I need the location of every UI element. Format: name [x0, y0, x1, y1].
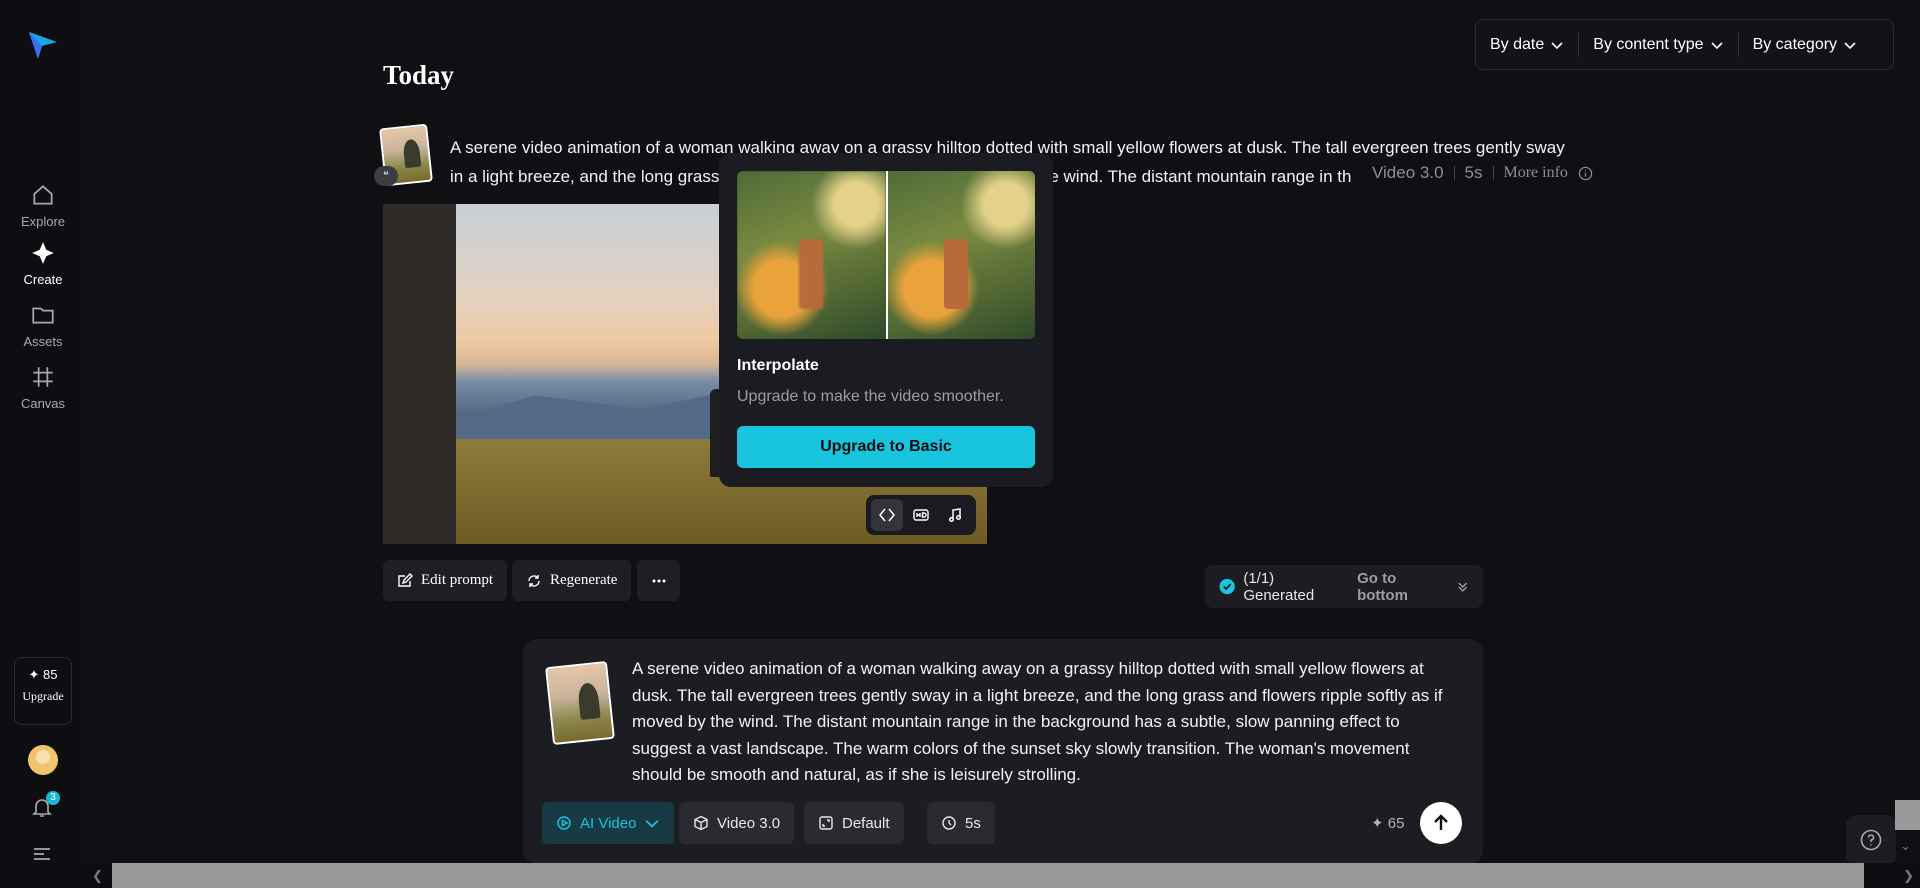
button-label: Edit prompt	[421, 572, 494, 588]
cube-icon	[694, 815, 708, 831]
button-label: Regenerate	[550, 572, 618, 588]
generation-status: (1/1) Generated Go to bottom	[1205, 565, 1483, 608]
chip-label: AI Video	[580, 814, 637, 832]
arrow-up-icon	[1434, 814, 1448, 830]
sidebar-item-label: Create	[23, 272, 63, 287]
filter-bar: By date By content type By category	[1475, 19, 1894, 70]
sparkle-icon	[32, 242, 54, 264]
mode-selector[interactable]: AI Video	[542, 802, 675, 844]
upgrade-link[interactable]: Upgrade	[15, 689, 71, 703]
clock-icon	[942, 816, 956, 830]
interpolate-button[interactable]	[871, 499, 903, 531]
help-icon	[1860, 829, 1882, 851]
vertical-scrollbar-thumb[interactable]	[1895, 800, 1920, 830]
folder-icon	[32, 307, 54, 324]
chevron-down-icon	[646, 820, 659, 828]
section-title: Today	[383, 60, 455, 90]
ratio-selector[interactable]: Default	[804, 802, 904, 844]
help-button[interactable]	[1846, 815, 1896, 865]
chip-label: 5s	[965, 814, 981, 832]
sidebar-item-label: Canvas	[20, 396, 66, 411]
hd-icon	[913, 509, 929, 521]
sidebar-item-create[interactable]: Create	[0, 240, 86, 287]
double-chevron-down-icon[interactable]	[1456, 580, 1469, 594]
filter-by-date[interactable]: By date	[1476, 33, 1578, 57]
edit-icon	[398, 572, 413, 587]
chevron-down-icon	[1710, 41, 1723, 49]
duration-label: 5s	[1464, 163, 1483, 182]
composer-reference-thumbnail[interactable]	[545, 660, 615, 746]
interpolate-icon	[879, 508, 895, 522]
prompt-line-end: e wind. The distant mountain range in th	[1049, 167, 1352, 186]
interpolate-popover: Interpolate Upgrade to make the video sm…	[719, 153, 1053, 487]
avatar[interactable]	[28, 745, 58, 775]
prompt-meta: Video 3.0 5s More info	[1372, 163, 1593, 183]
sidebar-item-assets[interactable]: Assets	[0, 302, 86, 349]
info-icon[interactable]	[1578, 166, 1593, 181]
prompt-line-start: in a light breeze, and the long grass	[450, 167, 720, 186]
popover-title: Interpolate	[737, 357, 819, 374]
music-note-icon	[948, 508, 962, 523]
check-circle-icon	[1219, 578, 1235, 595]
filter-label: By category	[1752, 35, 1838, 53]
chip-label: Video 3.0	[717, 814, 781, 832]
interpolate-preview-image	[737, 171, 1035, 339]
hd-upscale-button[interactable]	[905, 499, 937, 531]
model-selector[interactable]: Video 3.0	[679, 802, 795, 844]
more-options-button[interactable]	[637, 560, 680, 601]
chevron-down-icon	[1844, 41, 1856, 49]
filter-label: By content type	[1593, 35, 1704, 53]
filter-label: By date	[1490, 35, 1545, 53]
sidebar-item-label: Assets	[23, 334, 63, 349]
scrollbar-thumb[interactable]	[112, 863, 1864, 888]
model-label: Video 3.0	[1372, 163, 1444, 182]
scroll-down-icon[interactable]: ⌄	[1900, 838, 1911, 854]
upgrade-to-basic-button[interactable]: Upgrade to Basic	[737, 426, 1035, 468]
filter-by-category[interactable]: By category	[1737, 32, 1871, 57]
more-dots-icon	[652, 579, 665, 582]
more-info-link[interactable]: More info	[1504, 164, 1568, 182]
scroll-left-icon[interactable]: ❮	[92, 868, 103, 884]
duration-selector[interactable]: 5s	[927, 802, 995, 844]
sidebar: Explore Create Assets Canvas ✦ 85 Upgrad…	[0, 0, 86, 888]
ai-video-icon	[557, 816, 571, 830]
credits-count: ✦ 85	[28, 667, 58, 682]
filter-by-content-type[interactable]: By content type	[1578, 32, 1737, 57]
composer-input[interactable]: A serene video animation of a woman walk…	[632, 656, 1452, 789]
audio-button[interactable]	[939, 499, 971, 531]
regenerate-button[interactable]: Regenerate	[512, 560, 632, 601]
sidebar-item-explore[interactable]: Explore	[0, 182, 86, 229]
chevron-down-icon	[1551, 41, 1563, 49]
credits-upgrade-box[interactable]: ✦ 85 Upgrade	[14, 657, 72, 725]
chip-label: Default	[842, 814, 890, 832]
regenerate-icon	[528, 574, 540, 587]
scroll-right-icon[interactable]: ❯	[1903, 868, 1914, 884]
menu-icon[interactable]	[32, 846, 52, 862]
notification-badge: 3	[46, 791, 60, 805]
logo-icon[interactable]	[26, 28, 60, 62]
sidebar-item-label: Explore	[20, 214, 66, 229]
horizontal-scrollbar[interactable]: ❮ ❯	[86, 863, 1920, 888]
go-to-bottom-link[interactable]: Go to bottom	[1357, 570, 1447, 604]
aspect-ratio-icon	[819, 816, 833, 830]
home-icon	[33, 185, 53, 205]
sidebar-item-canvas[interactable]: Canvas	[0, 364, 86, 411]
generation-cost: ✦ 65	[1371, 815, 1405, 832]
frame-icon	[33, 367, 53, 387]
generated-count: (1/1) Generated	[1243, 569, 1315, 604]
edit-prompt-button[interactable]: Edit prompt	[383, 560, 508, 601]
send-button[interactable]	[1420, 802, 1462, 844]
quote-icon: ❝	[374, 166, 398, 186]
prompt-composer: A serene video animation of a woman walk…	[523, 639, 1483, 864]
video-tools	[866, 495, 976, 535]
popover-description: Upgrade to make the video smoother.	[737, 388, 1004, 405]
